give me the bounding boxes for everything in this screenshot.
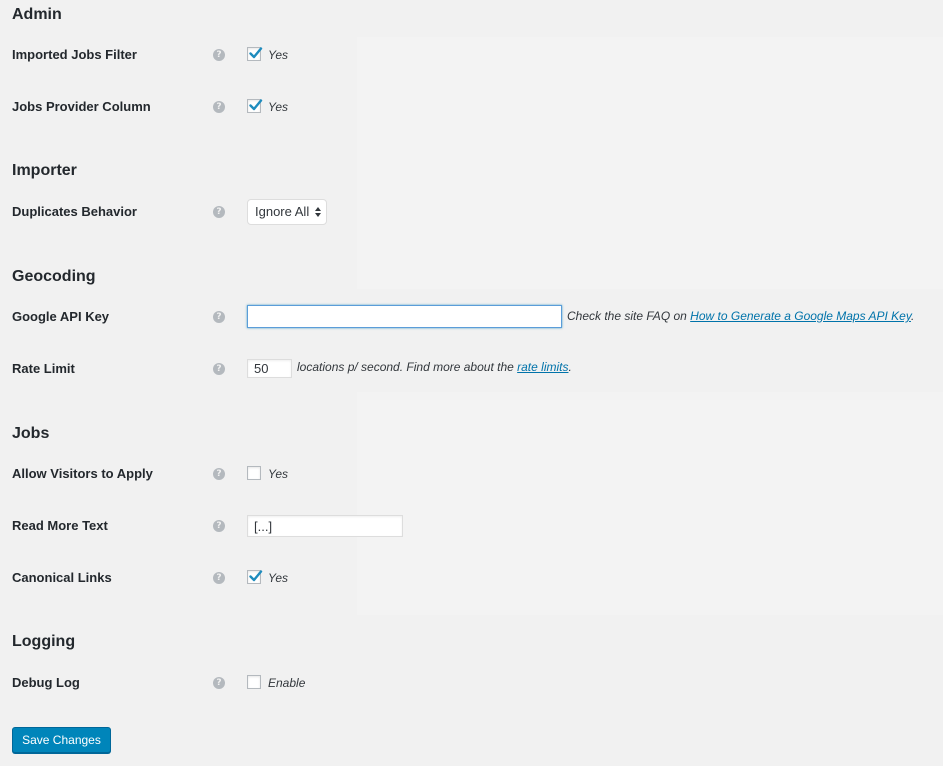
- settings-labels-background: [0, 0, 357, 766]
- google-maps-api-key-faq-link[interactable]: How to Generate a Google Maps API Key: [690, 309, 911, 323]
- select-arrows-icon: [315, 207, 321, 217]
- settings-panel-shade-lower: [357, 392, 943, 615]
- help-icon[interactable]: ?: [213, 311, 225, 323]
- section-title-admin: Admin: [12, 6, 62, 23]
- label-read-more-text: Read More Text: [12, 518, 108, 533]
- help-icon[interactable]: ?: [213, 363, 225, 375]
- rate-limits-link[interactable]: rate limits: [517, 360, 568, 374]
- help-icon[interactable]: ?: [213, 206, 225, 218]
- section-title-logging: Logging: [12, 633, 76, 650]
- duplicates-behavior-select[interactable]: Ignore All: [247, 199, 327, 225]
- rate-limit-description: locations p/ second. Find more about the…: [297, 360, 572, 374]
- help-icon[interactable]: ?: [213, 572, 225, 584]
- canonical-links-option-label[interactable]: Yes: [268, 571, 288, 585]
- checkmark-icon: [249, 47, 263, 59]
- google-api-key-desc-prefix: Check the site FAQ on: [567, 309, 691, 323]
- label-google-api-key: Google API Key: [12, 309, 110, 324]
- section-title-importer: Importer: [12, 162, 77, 179]
- help-icon[interactable]: ?: [213, 101, 225, 113]
- label-allow-visitors-to-apply: Allow Visitors to Apply: [12, 466, 153, 481]
- checkmark-icon: [249, 99, 263, 111]
- label-duplicates-behavior: Duplicates Behavior: [12, 204, 137, 219]
- rate-limit-desc-prefix: locations p/ second. Find more about the: [297, 360, 518, 374]
- debug-log-checkbox[interactable]: [247, 675, 261, 689]
- section-title-jobs: Jobs: [12, 425, 50, 442]
- allow-visitors-to-apply-checkbox[interactable]: [247, 466, 261, 480]
- imported-jobs-filter-checkbox[interactable]: [247, 47, 263, 61]
- imported-jobs-filter-option-label[interactable]: Yes: [268, 48, 288, 62]
- allow-visitors-to-apply-option-label[interactable]: Yes: [268, 467, 288, 481]
- save-changes-button[interactable]: Save Changes: [12, 727, 111, 753]
- label-jobs-provider-column: Jobs Provider Column: [12, 99, 151, 114]
- google-api-key-input[interactable]: [247, 305, 562, 328]
- rate-limit-input[interactable]: [247, 359, 292, 378]
- debug-log-option-label[interactable]: Enable: [268, 676, 305, 690]
- google-api-key-desc-suffix: .: [910, 309, 915, 323]
- help-icon[interactable]: ?: [213, 49, 225, 61]
- help-icon[interactable]: ?: [213, 677, 225, 689]
- label-imported-jobs-filter: Imported Jobs Filter: [12, 47, 137, 62]
- checkmark-icon: [249, 570, 263, 582]
- read-more-text-input[interactable]: [247, 515, 403, 537]
- canonical-links-checkbox[interactable]: [247, 570, 263, 584]
- label-canonical-links: Canonical Links: [12, 570, 112, 585]
- jobs-provider-column-checkbox[interactable]: [247, 99, 263, 113]
- help-icon[interactable]: ?: [213, 468, 225, 480]
- google-api-key-description: Check the site FAQ on How to Generate a …: [567, 309, 914, 323]
- label-debug-log: Debug Log: [12, 675, 80, 690]
- duplicates-behavior-selected-value: Ignore All: [255, 204, 310, 219]
- rate-limit-desc-suffix: .: [568, 360, 572, 374]
- settings-panel-shade: [357, 37, 943, 289]
- jobs-provider-column-option-label[interactable]: Yes: [268, 100, 288, 114]
- section-title-geocoding: Geocoding: [12, 268, 96, 285]
- label-rate-limit: Rate Limit: [12, 361, 75, 376]
- help-icon[interactable]: ?: [213, 520, 225, 532]
